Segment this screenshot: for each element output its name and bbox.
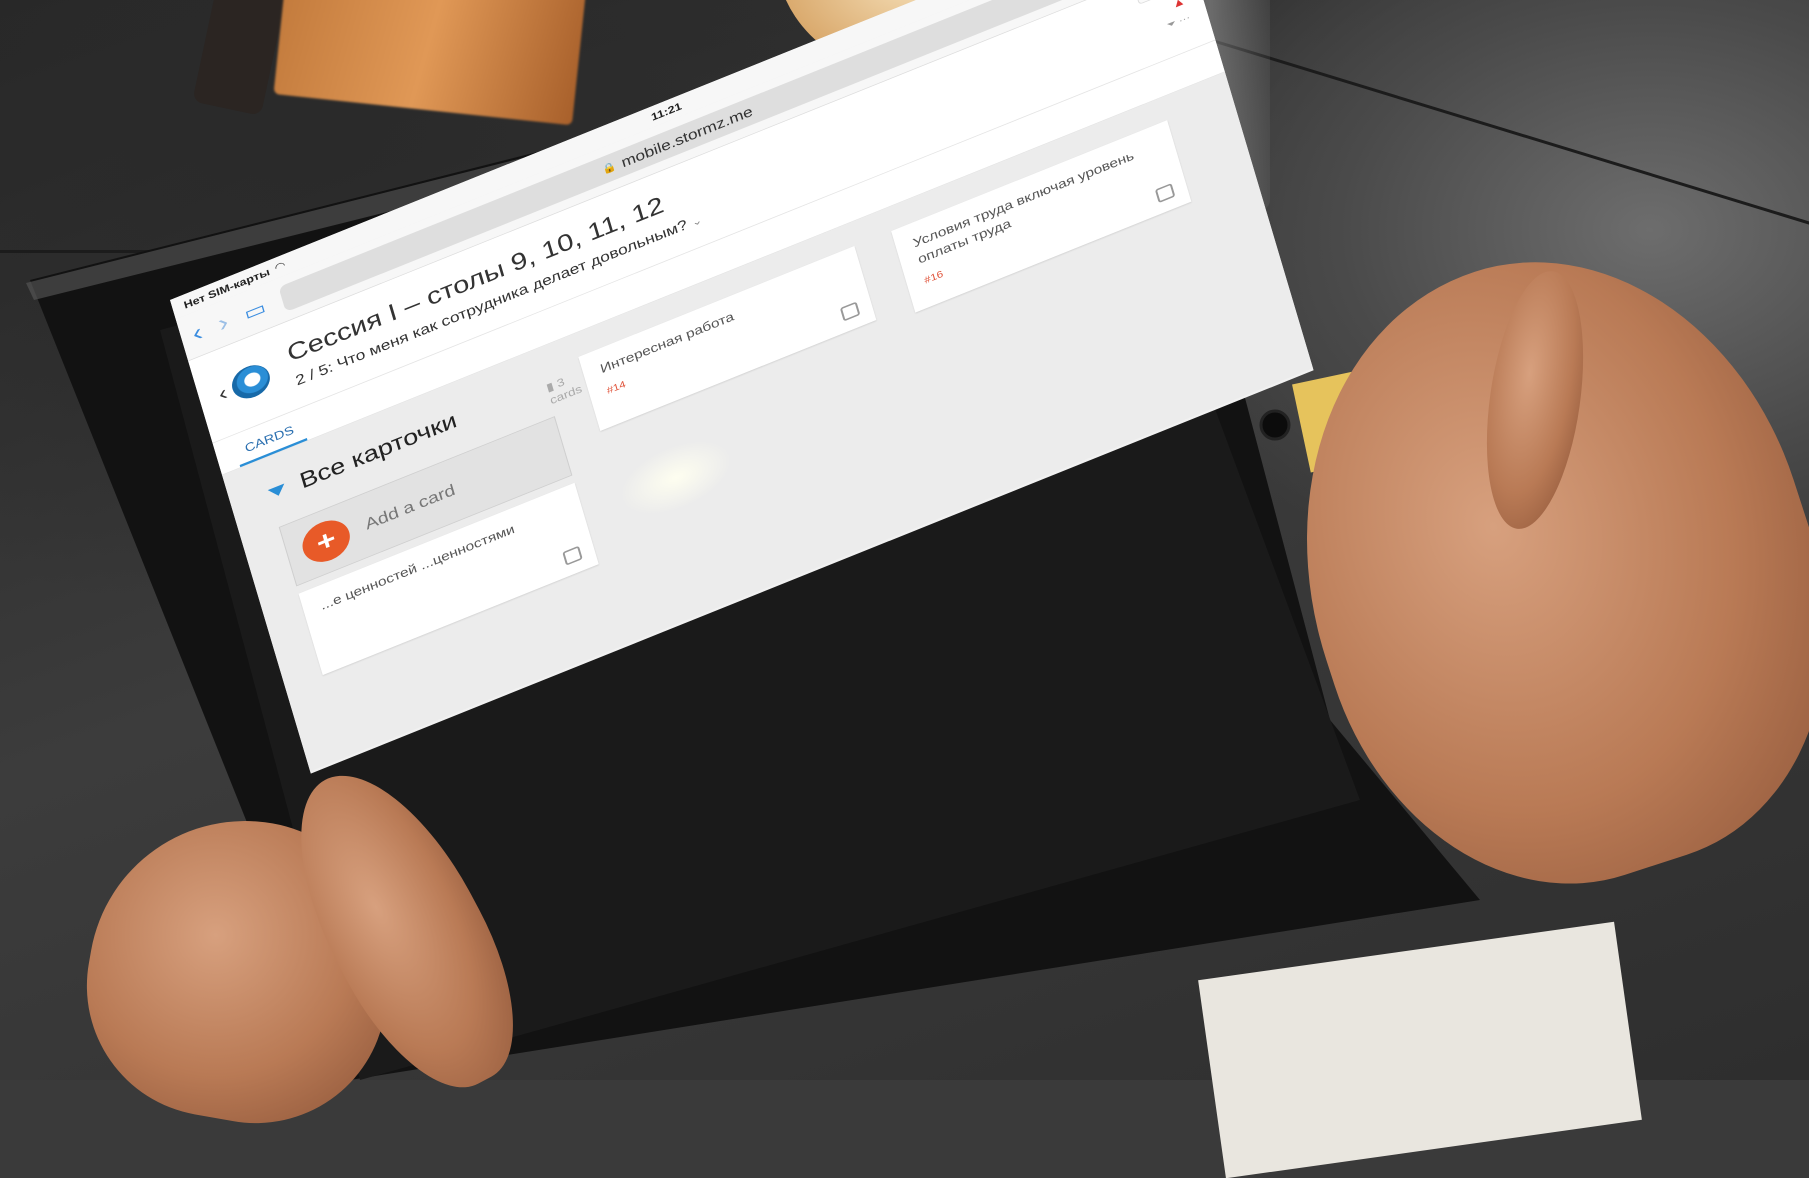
back-chevron-icon[interactable]: ‹ [215, 380, 230, 406]
card-checkbox[interactable] [839, 301, 861, 322]
wifi-icon: ◠ [273, 258, 287, 274]
home-button [1259, 409, 1291, 441]
collapse-triangle-icon[interactable] [267, 483, 287, 500]
stormz-logo[interactable] [227, 359, 274, 405]
header-right: 👤 ··· ▲ ⏷ ··· [1134, 0, 1192, 39]
filter-icon[interactable]: ⏷ ··· [1165, 11, 1191, 31]
add-card-label: Add a card [363, 481, 458, 534]
book-icon[interactable]: ▭ [241, 296, 268, 326]
notifications-icon[interactable]: ▲ [1170, 0, 1186, 11]
plus-circle-icon[interactable]: + [297, 513, 355, 569]
chevron-left-icon[interactable]: ‹ [189, 319, 205, 347]
lock-icon: 🔒 [600, 160, 618, 177]
card-checkbox[interactable] [562, 545, 583, 566]
card-count: ▮ 3 cards [545, 369, 584, 407]
chevron-down-icon: ⌄ [690, 213, 704, 229]
chevron-right-icon[interactable]: › [215, 309, 231, 337]
